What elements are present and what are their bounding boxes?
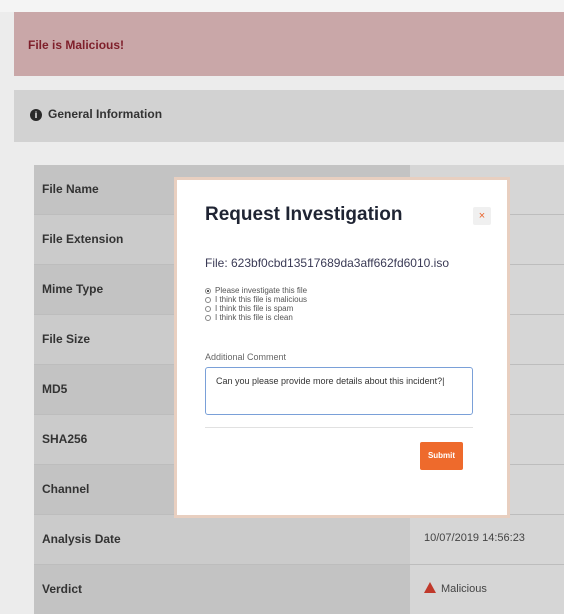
radio-button[interactable] [205, 314, 211, 321]
comment-label: Additional Comment [205, 352, 287, 362]
page: File is Malicious! i General Information … [0, 0, 564, 614]
radio-button[interactable] [205, 296, 211, 303]
table-row: Verdict Malicious [34, 565, 564, 614]
option-investigate[interactable]: Please investigate this file [205, 286, 307, 295]
option-malicious[interactable]: I think this file is malicious [205, 295, 307, 304]
verdict-text: Malicious [441, 583, 487, 595]
info-icon: i [30, 108, 42, 121]
section-title: General Information [48, 107, 163, 121]
option-label: I think this file is clean [215, 313, 293, 322]
investigation-options: Please investigate this file I think thi… [205, 286, 307, 322]
warning-icon [424, 582, 436, 593]
option-spam[interactable]: I think this file is spam [205, 304, 307, 313]
option-label: I think this file is spam [215, 304, 294, 313]
modal-divider [205, 427, 473, 428]
row-label: Channel [42, 482, 90, 496]
row-label: Mime Type [42, 282, 104, 296]
alert-text: File is Malicious! [28, 38, 125, 52]
row-label: SHA256 [42, 432, 88, 446]
row-label: File Size [42, 332, 91, 346]
row-label: File Name [42, 182, 99, 196]
table-row: Analysis Date 10/07/2019 14:56:23 [34, 515, 564, 565]
option-label: I think this file is malicious [215, 295, 308, 304]
row-label: MD5 [42, 382, 68, 396]
file-name-line: File: 623bf0cbd13517689da3aff662fd6010.i… [205, 256, 449, 270]
general-information-header[interactable]: i General Information [14, 90, 564, 142]
close-icon[interactable]: × [473, 207, 491, 225]
row-label: Analysis Date [42, 532, 121, 546]
row-label: File Extension [42, 232, 124, 246]
comment-textarea[interactable]: Can you please provide more details abou… [205, 367, 473, 415]
option-clean[interactable]: I think this file is clean [205, 313, 307, 322]
request-investigation-modal: Request Investigation × File: 623bf0cbd1… [177, 180, 507, 515]
malicious-alert: File is Malicious! [14, 12, 564, 76]
radio-button[interactable] [205, 287, 211, 294]
option-label: Please investigate this file [215, 286, 308, 295]
submit-button[interactable]: Submit [420, 442, 463, 470]
row-value: 10/07/2019 14:56:23 [410, 515, 564, 564]
top-strip [0, 0, 564, 12]
row-label: Verdict [42, 582, 83, 596]
modal-title: Request Investigation [205, 204, 403, 225]
verdict-value: Malicious [410, 565, 564, 614]
radio-button[interactable] [205, 305, 211, 312]
